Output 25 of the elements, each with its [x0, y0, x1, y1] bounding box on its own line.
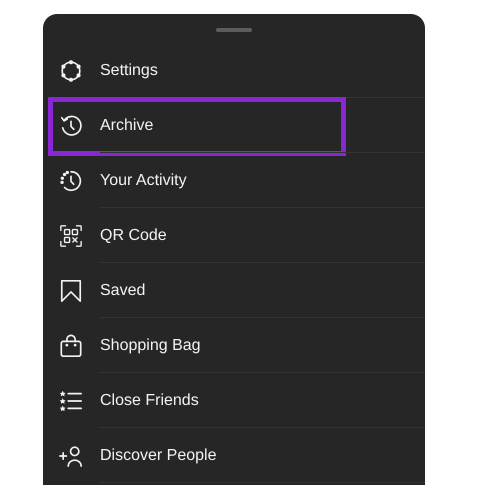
menu-item[interactable]: Saved	[43, 263, 425, 318]
menu-item-label: Settings	[100, 62, 158, 80]
menu-item[interactable]: Discover People	[43, 428, 425, 483]
add-person-icon	[59, 444, 83, 468]
menu-item[interactable]: Close Friends	[43, 373, 425, 428]
menu-item-label: Shopping Bag	[100, 336, 201, 354]
shopping-bag-icon	[59, 334, 83, 358]
qr-code-icon	[59, 224, 83, 248]
gear-icon	[59, 58, 83, 82]
drag-handle[interactable]	[216, 28, 252, 32]
menu-item[interactable]: Archive	[43, 98, 425, 153]
star-list-icon	[59, 388, 83, 412]
menu-item-label: Close Friends	[100, 392, 199, 410]
menu-item-label: Discover People	[100, 446, 216, 464]
activity-icon	[59, 168, 83, 192]
menu-item[interactable]: Settings	[43, 43, 425, 98]
menu-item[interactable]: Your Activity	[43, 153, 425, 208]
menu-item[interactable]: QR Code	[43, 208, 425, 263]
menu-item-label: Your Activity	[100, 172, 187, 190]
menu-item[interactable]: Shopping Bag	[43, 318, 425, 373]
menu-item-label: QR Code	[100, 226, 167, 244]
history-icon	[59, 114, 83, 138]
menu-item-label: Archive	[100, 116, 154, 134]
menu-item-label: Saved	[100, 282, 146, 300]
bookmark-icon	[59, 278, 83, 302]
